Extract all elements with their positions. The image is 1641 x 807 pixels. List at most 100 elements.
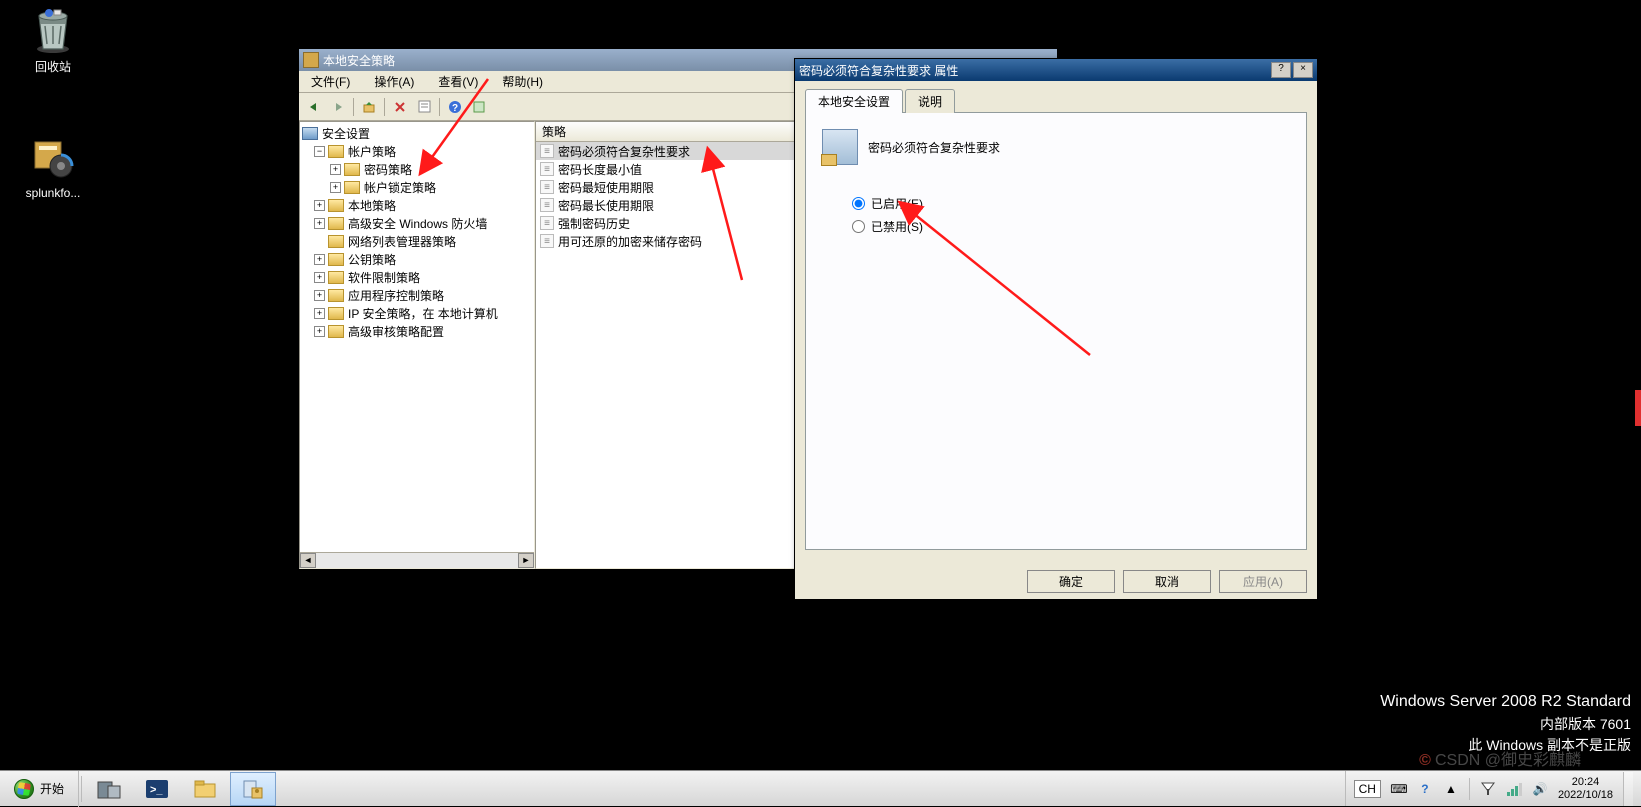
- expand-icon[interactable]: +: [314, 272, 325, 283]
- expand-icon[interactable]: +: [314, 326, 325, 337]
- collapse-icon[interactable]: −: [314, 146, 325, 157]
- expand-icon[interactable]: +: [314, 308, 325, 319]
- language-indicator[interactable]: CH: [1354, 780, 1381, 798]
- splunk-label: splunkfo...: [18, 186, 88, 200]
- tree-password-policy[interactable]: +密码策略: [302, 160, 532, 178]
- expand-icon[interactable]: +: [314, 290, 325, 301]
- tray-help-icon[interactable]: ?: [1417, 781, 1433, 797]
- tree-pubkey[interactable]: +公钥策略: [302, 250, 532, 268]
- window-icon: [303, 52, 319, 68]
- policy-icon: ≡: [540, 144, 554, 158]
- start-button[interactable]: 开始: [0, 771, 79, 807]
- dialog-title: 密码必须符合复杂性要求 属性: [799, 62, 1271, 79]
- taskbar-secpol[interactable]: [230, 772, 276, 806]
- radio-disabled-row[interactable]: 已禁用(S): [852, 218, 1290, 235]
- expand-icon[interactable]: +: [314, 218, 325, 229]
- scroll-left-button[interactable]: ◄: [300, 553, 316, 568]
- cancel-button[interactable]: 取消: [1123, 570, 1211, 593]
- dialog-button-row: 确定 取消 应用(A): [795, 560, 1317, 603]
- taskbar-separator: [81, 776, 82, 802]
- expand-icon[interactable]: +: [330, 164, 341, 175]
- folder-icon: [328, 271, 344, 284]
- radio-disabled-label: 已禁用(S): [871, 218, 923, 235]
- toolbar-separator: [439, 98, 440, 116]
- toolbar-up-button[interactable]: [358, 96, 380, 118]
- dialog-title-bar[interactable]: 密码必须符合复杂性要求 属性 ? ×: [795, 59, 1317, 81]
- tree-ipsec[interactable]: +IP 安全策略，在 本地计算机: [302, 304, 532, 322]
- tree-account-policy[interactable]: −帐户策略: [302, 142, 532, 160]
- folder-icon: [328, 325, 344, 338]
- toolbar-back-button[interactable]: [303, 96, 325, 118]
- expand-icon[interactable]: +: [330, 182, 341, 193]
- taskbar-powershell[interactable]: >_: [134, 772, 180, 806]
- expand-icon[interactable]: +: [314, 200, 325, 211]
- folder-icon: [328, 253, 344, 266]
- menu-file[interactable]: 文件(F): [305, 71, 356, 92]
- tab-local-security[interactable]: 本地安全设置: [805, 89, 903, 113]
- right-edge-marker: [1635, 390, 1641, 426]
- policy-icon: ≡: [540, 180, 554, 194]
- tray-time: 20:24: [1558, 776, 1613, 788]
- tree-lockout-policy[interactable]: +帐户锁定策略: [302, 178, 532, 196]
- tree-firewall[interactable]: +高级安全 Windows 防火墙: [302, 214, 532, 232]
- apply-button[interactable]: 应用(A): [1219, 570, 1307, 593]
- toolbar-properties-button[interactable]: [413, 96, 435, 118]
- expand-icon[interactable]: +: [314, 254, 325, 265]
- folder-icon: [328, 199, 344, 212]
- dialog-heading-text: 密码必须符合复杂性要求: [868, 139, 1000, 156]
- desktop-icon-recycle-bin[interactable]: 回收站: [18, 6, 88, 75]
- tray-separator: [1469, 778, 1470, 800]
- menu-action[interactable]: 操作(A): [368, 71, 420, 92]
- toolbar-help-button[interactable]: ?: [444, 96, 466, 118]
- recycle-bin-icon: [29, 6, 77, 54]
- menu-help[interactable]: 帮助(H): [496, 71, 549, 92]
- system-tray: CH ⌨ ? ▲ 🔊 20:24 2022/10/18: [1345, 771, 1641, 806]
- tree-netlist[interactable]: 网络列表管理器策略: [302, 232, 532, 250]
- policy-icon: ≡: [540, 216, 554, 230]
- folder-icon: [328, 235, 344, 248]
- recycle-bin-label: 回收站: [18, 58, 88, 75]
- radio-enabled-row[interactable]: 已启用(E): [852, 195, 1290, 212]
- radio-disabled[interactable]: [852, 220, 865, 233]
- folder-icon: [328, 307, 344, 320]
- tab-panel-local: 密码必须符合复杂性要求 已启用(E) 已禁用(S): [805, 112, 1307, 550]
- tree-root[interactable]: 安全设置: [302, 124, 532, 142]
- tray-chevron-up-icon[interactable]: ▲: [1443, 781, 1459, 797]
- tree-local-policy[interactable]: +本地策略: [302, 196, 532, 214]
- toolbar-separator: [384, 98, 385, 116]
- tree-panel[interactable]: 安全设置 −帐户策略 +密码策略 +帐户锁定策略 +本地策略 +高级安全 Win…: [299, 121, 535, 569]
- folder-icon: [344, 181, 360, 194]
- tray-date: 2022/10/18: [1558, 789, 1613, 801]
- tray-action-center-icon[interactable]: [1480, 781, 1496, 797]
- tray-clock[interactable]: 20:24 2022/10/18: [1558, 776, 1613, 800]
- taskbar: 开始 >_ CH ⌨ ? ▲ 🔊 20:24 2022/10/18: [0, 770, 1641, 806]
- tree-software[interactable]: +软件限制策略: [302, 268, 532, 286]
- dialog-close-button[interactable]: ×: [1293, 62, 1313, 78]
- policy-heading-icon: [822, 129, 858, 165]
- toolbar-forward-button[interactable]: [327, 96, 349, 118]
- radio-enabled[interactable]: [852, 197, 865, 210]
- menu-view[interactable]: 查看(V): [432, 71, 484, 92]
- tray-keyboard-icon[interactable]: ⌨: [1391, 781, 1407, 797]
- splunk-installer-icon: [29, 134, 77, 182]
- ok-button[interactable]: 确定: [1027, 570, 1115, 593]
- properties-dialog: 密码必须符合复杂性要求 属性 ? × 本地安全设置 说明 密码必须符合复杂性要求…: [794, 58, 1318, 600]
- tray-volume-icon[interactable]: 🔊: [1532, 781, 1548, 797]
- desktop-icon-splunk[interactable]: splunkfo...: [18, 134, 88, 200]
- taskbar-explorer[interactable]: [182, 772, 228, 806]
- toolbar-refresh-button[interactable]: [468, 96, 490, 118]
- policy-icon: ≡: [540, 234, 554, 248]
- tab-explain[interactable]: 说明: [905, 89, 955, 113]
- toolbar-delete-button[interactable]: [389, 96, 411, 118]
- policy-icon: ≡: [540, 198, 554, 212]
- tree-appctrl[interactable]: +应用程序控制策略: [302, 286, 532, 304]
- scroll-track[interactable]: [316, 553, 518, 568]
- tree-horizontal-scrollbar[interactable]: ◄ ►: [300, 552, 534, 568]
- dialog-help-button[interactable]: ?: [1271, 62, 1291, 78]
- watermark-genuine: 此 Windows 副本不是正版: [1380, 735, 1631, 756]
- tree-audit[interactable]: +高级审核策略配置: [302, 322, 532, 340]
- tray-network-icon[interactable]: [1506, 781, 1522, 797]
- taskbar-server-manager[interactable]: [86, 772, 132, 806]
- scroll-right-button[interactable]: ►: [518, 553, 534, 568]
- show-desktop-button[interactable]: [1623, 772, 1633, 806]
